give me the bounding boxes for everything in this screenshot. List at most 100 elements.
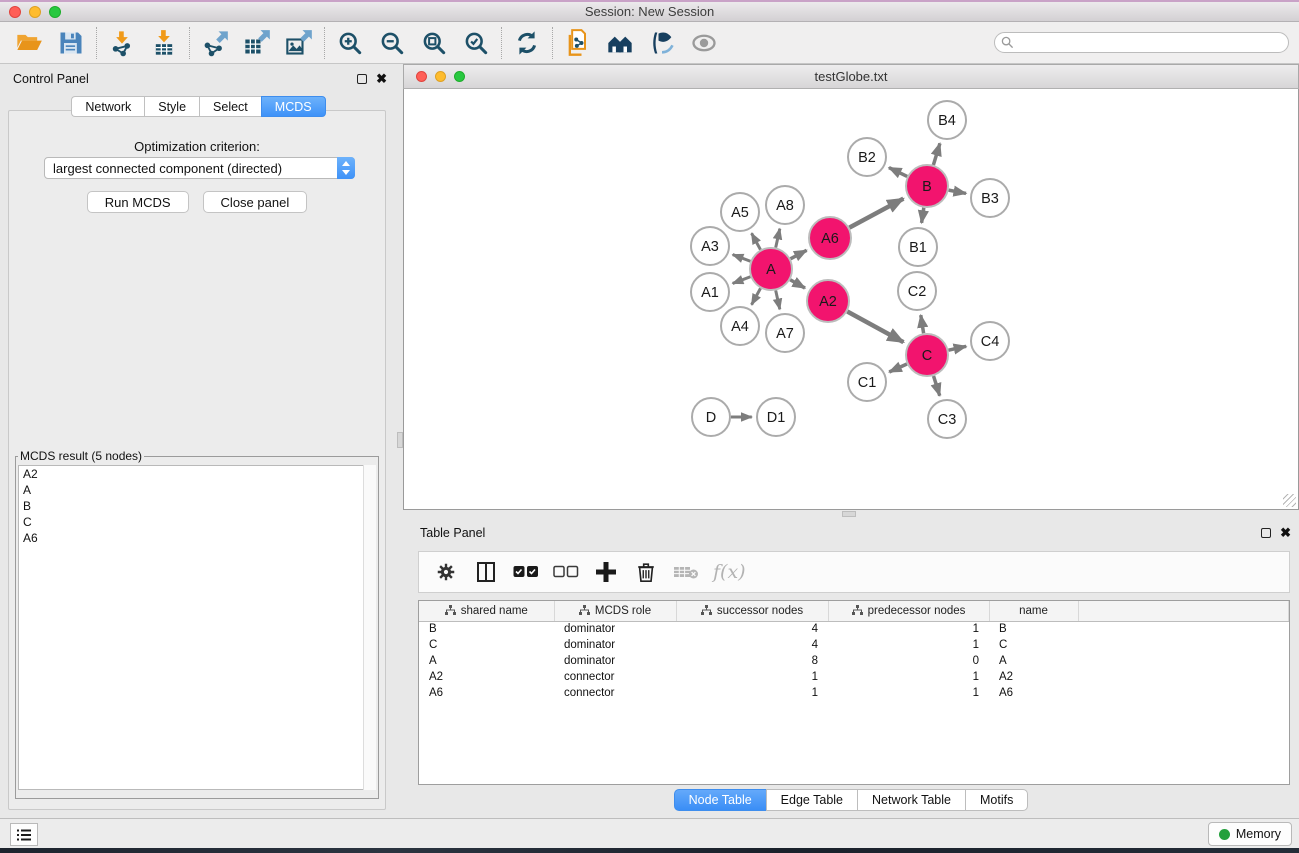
edge-A-A4[interactable] xyxy=(752,288,761,304)
node-A8[interactable]: A8 xyxy=(766,186,804,224)
cell[interactable]: A6 xyxy=(989,685,1078,701)
mcds-result-list[interactable]: A2ABCA6 xyxy=(18,465,376,790)
edge-A-A5[interactable] xyxy=(752,233,761,249)
edge-A-A3[interactable] xyxy=(733,255,751,262)
column-header-MCDS-role[interactable]: MCDS role xyxy=(554,601,676,621)
node-B2[interactable]: B2 xyxy=(848,138,886,176)
column-header-name[interactable]: name xyxy=(989,601,1078,621)
edge-B-B3[interactable] xyxy=(949,190,966,193)
cell[interactable]: dominator xyxy=(554,653,676,669)
cell[interactable]: C xyxy=(419,637,554,653)
result-item[interactable]: A2 xyxy=(19,466,375,482)
tab-select[interactable]: Select xyxy=(199,96,261,117)
node-A7[interactable]: A7 xyxy=(766,314,804,352)
show-details-button[interactable] xyxy=(683,24,725,62)
result-item[interactable]: C xyxy=(19,514,375,530)
close-panel-icon[interactable]: ✖ xyxy=(376,74,387,84)
cell[interactable]: 1 xyxy=(676,669,828,685)
cell[interactable]: A6 xyxy=(419,685,554,701)
export-table-button[interactable] xyxy=(236,24,278,62)
edge-B-B1[interactable] xyxy=(922,208,924,223)
cell[interactable]: C xyxy=(989,637,1078,653)
float-panel-icon[interactable] xyxy=(357,74,367,84)
import-network-button[interactable] xyxy=(101,24,143,62)
zoom-out-button[interactable] xyxy=(371,24,413,62)
cell[interactable]: 4 xyxy=(676,621,828,637)
cell[interactable]: A xyxy=(419,653,554,669)
function-builder-button[interactable]: f(x) xyxy=(713,561,746,583)
table-mode-button[interactable] xyxy=(433,557,459,587)
table-row[interactable]: Cdominator41C xyxy=(419,637,1289,653)
tab-network-table[interactable]: Network Table xyxy=(857,789,965,811)
node-C[interactable]: C xyxy=(906,334,948,376)
tab-edge-table[interactable]: Edge Table xyxy=(766,789,857,811)
zoom-in-button[interactable] xyxy=(329,24,371,62)
cell[interactable]: A2 xyxy=(419,669,554,685)
import-table-button[interactable] xyxy=(143,24,185,62)
deselect-all-button[interactable] xyxy=(553,557,579,587)
node-C1[interactable]: C1 xyxy=(848,363,886,401)
tab-style[interactable]: Style xyxy=(144,96,199,117)
node-A1[interactable]: A1 xyxy=(691,273,729,311)
node-B1[interactable]: B1 xyxy=(899,228,937,266)
clone-network-button[interactable] xyxy=(557,24,599,62)
table-row[interactable]: A2connector11A2 xyxy=(419,669,1289,685)
table-row[interactable]: A6connector11A6 xyxy=(419,685,1289,701)
cell[interactable]: connector xyxy=(554,669,676,685)
criterion-select[interactable]: largest connected component (directed) xyxy=(44,157,355,179)
node-C2[interactable]: C2 xyxy=(898,272,936,310)
edge-A-A8[interactable] xyxy=(776,229,780,248)
cell[interactable]: A2 xyxy=(989,669,1078,685)
edge-A-A2[interactable] xyxy=(790,280,805,288)
refresh-button[interactable] xyxy=(506,24,548,62)
show-columns-button[interactable] xyxy=(473,557,499,587)
cell[interactable]: 1 xyxy=(828,685,989,701)
edge-A6-B[interactable] xyxy=(849,199,903,228)
edge-B-B2[interactable] xyxy=(889,168,907,177)
cell[interactable]: A xyxy=(989,653,1078,669)
node-B[interactable]: B xyxy=(906,165,948,207)
tab-mcds[interactable]: MCDS xyxy=(261,96,326,117)
close-panel-button[interactable]: Close panel xyxy=(203,191,308,213)
node-A5[interactable]: A5 xyxy=(721,193,759,231)
delete-column-button[interactable] xyxy=(633,557,659,587)
cell[interactable]: dominator xyxy=(554,621,676,637)
memory-button[interactable]: Memory xyxy=(1208,822,1292,846)
node-A3[interactable]: A3 xyxy=(691,227,729,265)
select-all-button[interactable] xyxy=(513,557,539,587)
search-input[interactable] xyxy=(994,32,1289,53)
column-header-successor-nodes[interactable]: successor nodes xyxy=(676,601,828,621)
task-history-button[interactable] xyxy=(10,823,38,846)
browser-home-button[interactable] xyxy=(599,24,641,62)
result-item[interactable]: B xyxy=(19,498,375,514)
delete-table-button[interactable] xyxy=(673,557,699,587)
node-A6[interactable]: A6 xyxy=(809,217,851,259)
open-session-button[interactable] xyxy=(8,24,50,62)
float-table-panel-icon[interactable] xyxy=(1261,528,1271,538)
node-A4[interactable]: A4 xyxy=(721,307,759,345)
network-window-titlebar[interactable]: testGlobe.txt xyxy=(403,64,1299,89)
node-C4[interactable]: C4 xyxy=(971,322,1009,360)
cell[interactable]: 1 xyxy=(828,637,989,653)
tab-network[interactable]: Network xyxy=(71,96,144,117)
node-B4[interactable]: B4 xyxy=(928,101,966,139)
edge-C-C2[interactable] xyxy=(921,315,924,333)
node-D1[interactable]: D1 xyxy=(757,398,795,436)
window-resize-grip[interactable] xyxy=(1283,494,1296,507)
column-header-predecessor-nodes[interactable]: predecessor nodes xyxy=(828,601,989,621)
run-mcds-button[interactable]: Run MCDS xyxy=(87,191,189,213)
create-column-button[interactable] xyxy=(593,557,619,587)
cell[interactable]: connector xyxy=(554,685,676,701)
table-row[interactable]: Bdominator41B xyxy=(419,621,1289,637)
cell[interactable]: 4 xyxy=(676,637,828,653)
horizontal-splitter-handle[interactable] xyxy=(842,511,856,517)
hide-details-button[interactable] xyxy=(641,24,683,62)
node-D[interactable]: D xyxy=(692,398,730,436)
export-network-button[interactable] xyxy=(194,24,236,62)
cell[interactable]: B xyxy=(419,621,554,637)
node-A2[interactable]: A2 xyxy=(807,280,849,322)
edge-C-C1[interactable] xyxy=(889,364,907,372)
cell[interactable]: B xyxy=(989,621,1078,637)
edge-A2-C[interactable] xyxy=(847,312,903,343)
edge-A-A7[interactable] xyxy=(776,290,780,309)
